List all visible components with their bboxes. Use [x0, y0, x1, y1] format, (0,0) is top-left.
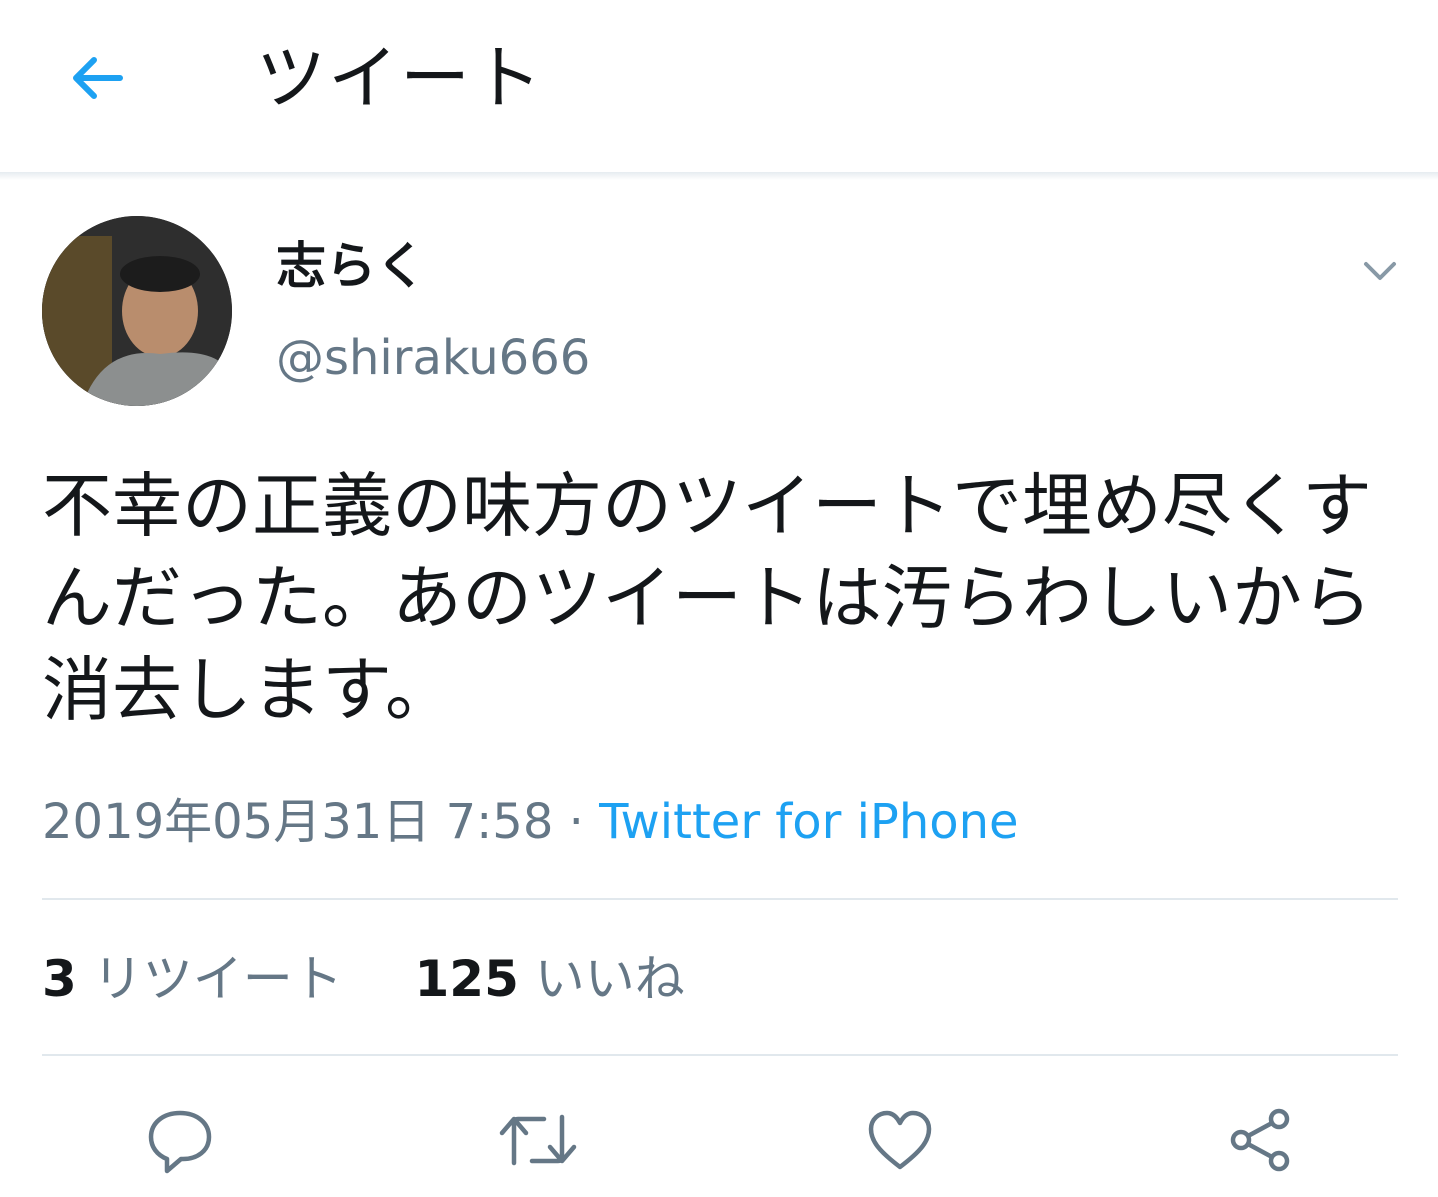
tweet-stats: 3 リツイート 125 いいね [42, 944, 685, 1014]
chevron-down-icon [1364, 262, 1396, 280]
like-button[interactable] [860, 1100, 940, 1180]
retweets-label: リツイート [92, 950, 343, 1008]
avatar[interactable] [42, 216, 232, 406]
author-name[interactable]: 志らく [276, 234, 426, 298]
retweets-stat[interactable]: 3 リツイート [42, 950, 343, 1008]
retweet-button[interactable] [498, 1100, 578, 1180]
tweet-timestamp[interactable]: 2019年05月31日 7:58 [42, 794, 553, 850]
tweet-source-link[interactable]: Twitter for iPhone [599, 794, 1018, 850]
meta-separator: · [568, 794, 584, 850]
reply-button[interactable] [140, 1100, 220, 1180]
back-button[interactable] [62, 42, 134, 114]
app-header: ツイート [0, 0, 1438, 172]
share-icon [1230, 1108, 1290, 1172]
retweets-count: 3 [42, 950, 77, 1008]
likes-stat[interactable]: 125 いいね [415, 950, 685, 1008]
divider [42, 898, 1398, 900]
author-handle[interactable]: @shiraku666 [276, 326, 590, 390]
tweet-text: 不幸の正義の味方のツイートで埋め尽くすんだった。あのツイートは汚らわしいから消去… [42, 465, 1372, 731]
like-icon [868, 1110, 932, 1170]
likes-label: いいね [534, 950, 685, 1008]
retweet-icon [499, 1114, 577, 1166]
reply-icon [148, 1110, 212, 1174]
arrow-left-icon [73, 57, 123, 99]
likes-count: 125 [414, 950, 519, 1008]
divider [42, 1054, 1398, 1056]
tweet-options-button[interactable] [1356, 246, 1404, 294]
tweet-meta: 2019年05月31日 7:58 · Twitter for iPhone [42, 790, 1019, 854]
header-shadow [0, 172, 1438, 180]
page-title: ツイート [256, 37, 544, 119]
avatar-image [42, 216, 232, 406]
share-button[interactable] [1220, 1100, 1300, 1180]
